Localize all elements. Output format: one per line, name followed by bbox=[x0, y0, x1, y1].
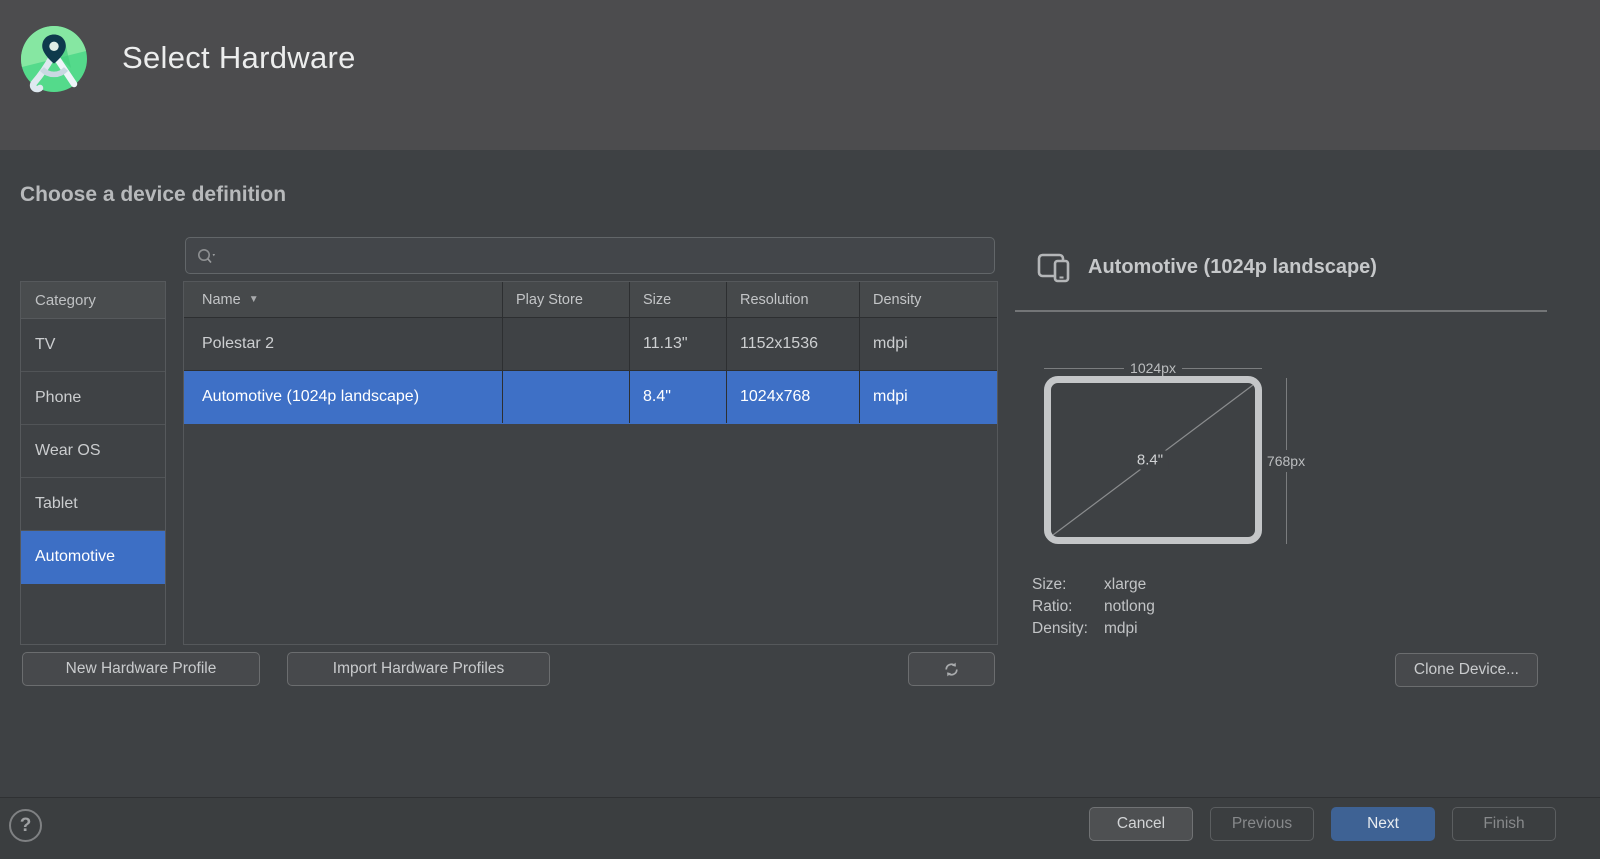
refresh-icon bbox=[942, 660, 961, 679]
spec-size: Size: xlarge bbox=[1032, 574, 1155, 596]
previous-button[interactable]: Previous bbox=[1210, 807, 1314, 841]
device-screen-diagram: 8.4" bbox=[1044, 376, 1262, 544]
cell-play-store bbox=[503, 318, 630, 370]
category-item-wear-os[interactable]: Wear OS bbox=[21, 425, 165, 478]
category-item-automotive[interactable]: Automotive bbox=[21, 531, 165, 584]
diagram-height-label: 768px bbox=[1267, 450, 1305, 472]
table-row-automotive-1024p[interactable]: Automotive (1024p landscape) 8.4" 1024x7… bbox=[184, 371, 997, 424]
column-header-size[interactable]: Size bbox=[630, 282, 727, 317]
devices-icon bbox=[1036, 252, 1074, 283]
detail-panel-header: Automotive (1024p landscape) bbox=[1036, 252, 1377, 283]
cancel-button[interactable]: Cancel bbox=[1089, 807, 1193, 841]
android-studio-logo-icon bbox=[19, 24, 89, 94]
category-list-header: Category bbox=[21, 282, 165, 319]
column-header-density[interactable]: Density bbox=[860, 282, 997, 317]
cell-resolution: 1152x1536 bbox=[727, 318, 860, 370]
finish-button[interactable]: Finish bbox=[1452, 807, 1556, 841]
detail-panel-separator bbox=[1015, 310, 1547, 312]
sort-descending-icon: ▼ bbox=[249, 294, 259, 305]
column-header-play-store[interactable]: Play Store bbox=[503, 282, 630, 317]
table-row-polestar-2[interactable]: Polestar 2 11.13" 1152x1536 mdpi bbox=[184, 318, 997, 371]
cell-size: 8.4" bbox=[630, 371, 727, 423]
category-list: Category TV Phone Wear OS Tablet Automot… bbox=[20, 281, 166, 645]
cell-resolution: 1024x768 bbox=[727, 371, 860, 423]
device-specs: Size: xlarge Ratio: notlong Density: mdp… bbox=[1032, 574, 1155, 640]
diagram-width-ruler: 1024px bbox=[1044, 360, 1262, 376]
category-item-phone[interactable]: Phone bbox=[21, 372, 165, 425]
section-title: Choose a device definition bbox=[20, 183, 286, 207]
selected-device-title: Automotive (1024p landscape) bbox=[1088, 256, 1377, 279]
device-table-header: Name ▼ Play Store Size Resolution Densit… bbox=[184, 282, 997, 318]
refresh-button[interactable] bbox=[908, 652, 995, 686]
category-item-tablet[interactable]: Tablet bbox=[21, 478, 165, 531]
help-button[interactable]: ? bbox=[9, 809, 42, 842]
new-hardware-profile-button[interactable]: New Hardware Profile bbox=[22, 652, 260, 686]
ruler-line bbox=[1044, 368, 1124, 369]
column-header-name[interactable]: Name ▼ bbox=[184, 282, 503, 317]
cell-density: mdpi bbox=[860, 371, 997, 423]
clone-device-button[interactable]: Clone Device... bbox=[1395, 653, 1538, 687]
device-table: Name ▼ Play Store Size Resolution Densit… bbox=[183, 281, 998, 645]
cell-name: Automotive (1024p landscape) bbox=[184, 371, 503, 423]
next-button[interactable]: Next bbox=[1331, 807, 1435, 841]
search-input[interactable] bbox=[226, 247, 984, 264]
footer-buttons: Cancel Previous Next Finish bbox=[1089, 807, 1556, 841]
category-item-tv[interactable]: TV bbox=[21, 319, 165, 372]
ruler-line bbox=[1182, 368, 1262, 369]
dialog-title: Select Hardware bbox=[122, 40, 356, 76]
spec-ratio: Ratio: notlong bbox=[1032, 596, 1155, 618]
dialog-titlebar: Select Hardware bbox=[0, 0, 1600, 150]
diagram-diagonal-label: 8.4" bbox=[1131, 451, 1169, 470]
cell-play-store bbox=[503, 371, 630, 423]
select-hardware-dialog: Select Hardware Choose a device definiti… bbox=[0, 0, 1600, 859]
diagram-width-label: 1024px bbox=[1124, 360, 1182, 376]
column-header-resolution[interactable]: Resolution bbox=[727, 282, 860, 317]
device-search-field[interactable] bbox=[185, 237, 995, 274]
search-icon[interactable] bbox=[196, 247, 218, 265]
cell-size: 11.13" bbox=[630, 318, 727, 370]
diagram-height-ruler: 768px bbox=[1264, 378, 1308, 544]
question-mark-icon: ? bbox=[20, 815, 32, 837]
cell-density: mdpi bbox=[860, 318, 997, 370]
dialog-footer: ? Cancel Previous Next Finish bbox=[0, 797, 1600, 859]
ruler-line bbox=[1286, 378, 1287, 450]
ruler-line bbox=[1286, 472, 1287, 544]
import-hardware-profiles-button[interactable]: Import Hardware Profiles bbox=[287, 652, 550, 686]
cell-name: Polestar 2 bbox=[184, 318, 503, 370]
spec-density: Density: mdpi bbox=[1032, 618, 1155, 640]
